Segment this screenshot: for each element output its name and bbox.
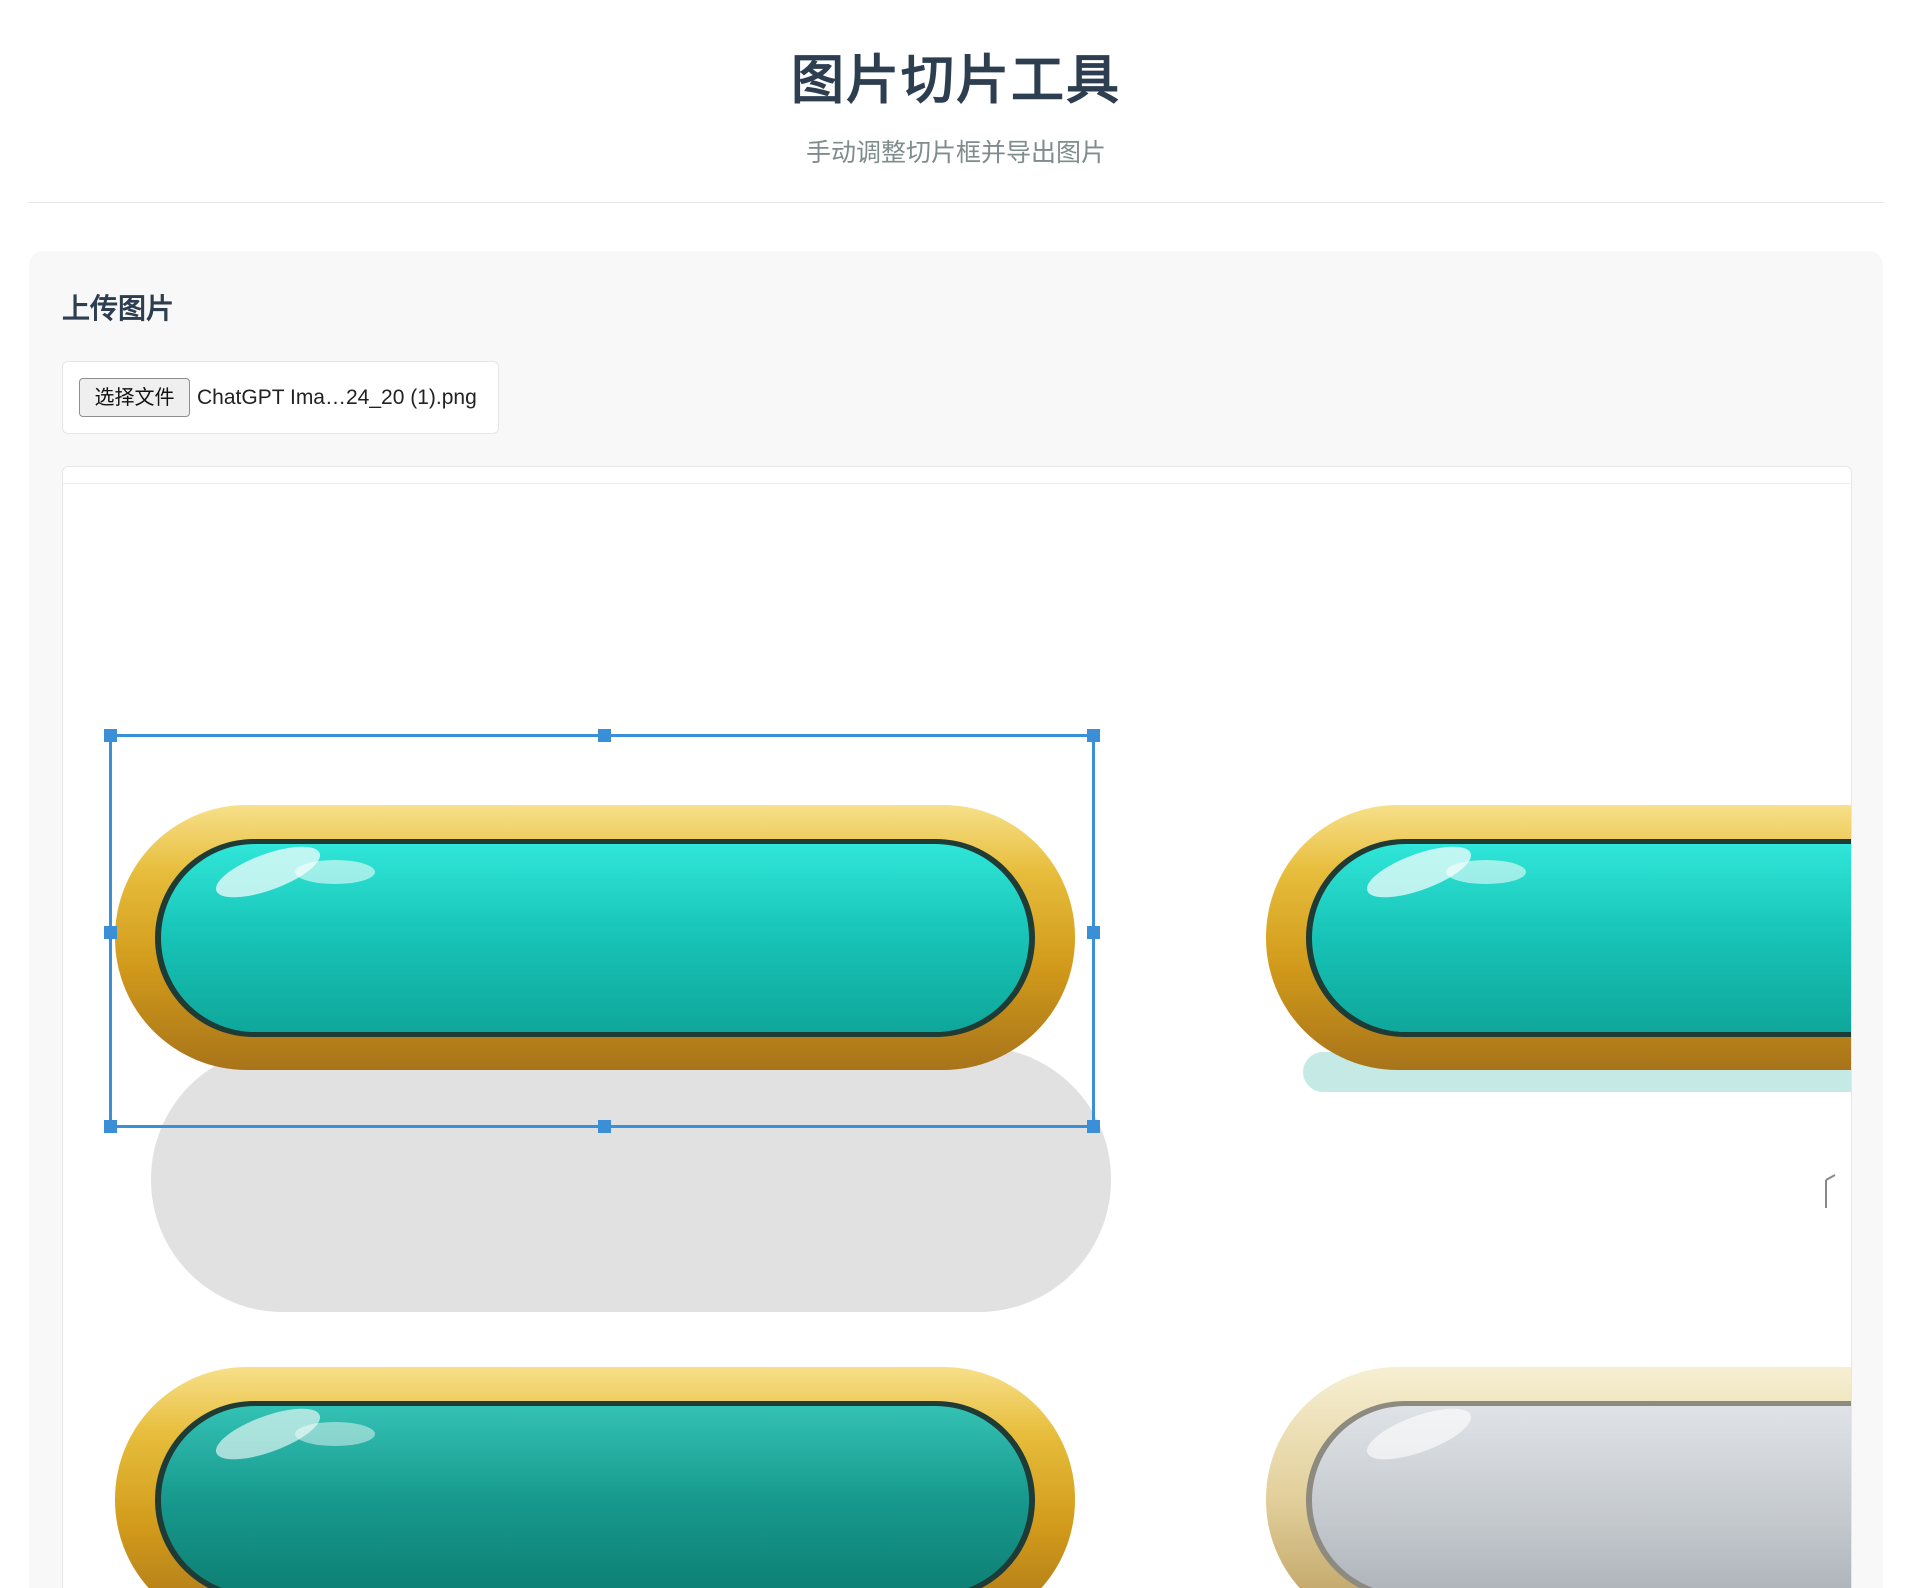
file-name: ChatGPT Ima…24_20 (1).png <box>197 386 477 409</box>
resize-handle-bottom-left-icon[interactable] <box>104 1120 117 1133</box>
resize-handle-left-icon[interactable] <box>104 926 117 939</box>
choose-file-button[interactable]: 选择文件 <box>79 378 190 417</box>
sprite-button-teal-2 <box>1266 805 1851 1092</box>
resize-handle-bottom-right-icon[interactable] <box>1087 1120 1100 1133</box>
page-subtitle: 手动调整切片框并导出图片 <box>805 138 1106 167</box>
resize-handle-top-left-icon[interactable] <box>104 729 117 742</box>
resize-handle-right-icon[interactable] <box>1087 926 1100 939</box>
sprite-button-dark-teal <box>115 1367 1075 1588</box>
page-title: 图片切片工具 <box>791 50 1121 111</box>
file-input[interactable]: 选择文件 ChatGPT Ima…24_20 (1).png <box>62 361 499 434</box>
resize-handle-top-right-icon[interactable] <box>1087 729 1100 742</box>
section-title: 上传图片 <box>62 292 175 325</box>
sprite-button-silver <box>1266 1367 1851 1588</box>
page: 图片切片工具 手动调整切片框并导出图片 上传图片 选择文件 ChatGPT Im… <box>0 0 1920 1588</box>
header: 图片切片工具 手动调整切片框并导出图片 <box>29 0 1883 203</box>
slice-selection-box[interactable] <box>104 729 1100 1133</box>
resize-handle-bottom-icon[interactable] <box>598 1120 611 1133</box>
resize-handle-top-icon[interactable] <box>598 729 611 742</box>
